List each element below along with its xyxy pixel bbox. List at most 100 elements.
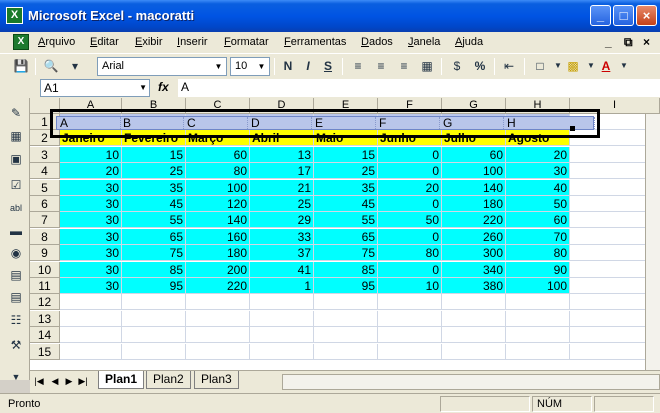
- combo-dropdown-icon[interactable]: ▤: [7, 288, 25, 306]
- table-cell[interactable]: [250, 344, 314, 360]
- currency-icon[interactable]: $: [448, 58, 466, 75]
- italic-button[interactable]: I: [299, 58, 317, 75]
- table-cell[interactable]: 25: [250, 196, 314, 212]
- table-cell[interactable]: [122, 344, 186, 360]
- table-cell[interactable]: 29: [250, 212, 314, 228]
- table-cell[interactable]: 41: [250, 262, 314, 278]
- table-cell[interactable]: [442, 294, 506, 310]
- table-cell[interactable]: [442, 311, 506, 327]
- row-header[interactable]: 3: [30, 147, 60, 163]
- align-center-icon[interactable]: ≡: [372, 58, 390, 75]
- menu-ajuda[interactable]: Ajuda: [455, 36, 483, 48]
- table-cell[interactable]: [378, 327, 442, 343]
- table-cell[interactable]: 85: [314, 262, 378, 278]
- table-cell[interactable]: 220: [442, 212, 506, 228]
- menu-exibir[interactable]: Exibir: [135, 36, 163, 48]
- table-cell[interactable]: 80: [378, 245, 442, 261]
- font-name-select[interactable]: Arial ▼: [97, 57, 227, 76]
- vertical-scrollbar[interactable]: [645, 114, 660, 370]
- sheet-tab-plan3[interactable]: Plan3: [194, 371, 239, 389]
- table-cell[interactable]: 55: [314, 212, 378, 228]
- row-header[interactable]: 9: [30, 245, 60, 261]
- minimize-button[interactable]: _: [590, 5, 611, 26]
- table-cell[interactable]: [378, 344, 442, 360]
- table-cell[interactable]: [506, 327, 570, 343]
- sheet-tab-plan1[interactable]: Plan1: [98, 371, 145, 389]
- print-preview-icon[interactable]: 🔍: [42, 58, 60, 75]
- menu-formatar[interactable]: Formatar: [224, 36, 269, 48]
- table-cell[interactable]: 85: [122, 262, 186, 278]
- chevron-down-icon[interactable]: ▼: [615, 58, 633, 75]
- row-header[interactable]: 7: [30, 212, 60, 228]
- underline-button[interactable]: S: [319, 58, 337, 75]
- table-cell[interactable]: 33: [250, 229, 314, 245]
- table-cell[interactable]: [506, 311, 570, 327]
- row-header[interactable]: 10: [30, 262, 60, 278]
- table-cell[interactable]: [60, 327, 122, 343]
- align-right-icon[interactable]: ≡: [395, 58, 413, 75]
- table-cell[interactable]: 30: [60, 229, 122, 245]
- table-cell[interactable]: 0: [378, 229, 442, 245]
- table-cell[interactable]: 20: [506, 147, 570, 163]
- table-cell[interactable]: 20: [60, 163, 122, 179]
- table-cell[interactable]: 60: [186, 147, 250, 163]
- insert-function-button[interactable]: fx: [158, 80, 169, 94]
- first-sheet-icon[interactable]: |◀: [33, 376, 45, 387]
- table-cell[interactable]: [506, 344, 570, 360]
- table-cell[interactable]: 21: [250, 180, 314, 196]
- table-cell[interactable]: 200: [186, 262, 250, 278]
- table-cell[interactable]: 17: [250, 163, 314, 179]
- table-cell[interactable]: [122, 294, 186, 310]
- checkbox-tool-icon[interactable]: ☑: [7, 176, 25, 194]
- table-cell[interactable]: 340: [442, 262, 506, 278]
- menu-janela[interactable]: Janela: [408, 36, 440, 48]
- table-cell[interactable]: 45: [122, 196, 186, 212]
- font-size-select[interactable]: 10 ▼: [230, 57, 270, 76]
- table-cell[interactable]: 40: [506, 180, 570, 196]
- table-cell[interactable]: [314, 344, 378, 360]
- table-cell[interactable]: [186, 294, 250, 310]
- table-cell[interactable]: 380: [442, 278, 506, 294]
- fill-color-icon[interactable]: ▩: [564, 58, 582, 75]
- table-cell[interactable]: 30: [60, 212, 122, 228]
- table-cell[interactable]: 70: [506, 229, 570, 245]
- table-cell[interactable]: [442, 327, 506, 343]
- table-cell[interactable]: 100: [506, 278, 570, 294]
- save-icon[interactable]: 💾: [12, 58, 30, 75]
- group-box-icon[interactable]: ▦: [7, 127, 25, 145]
- workbook-icon[interactable]: X: [13, 34, 29, 50]
- table-cell[interactable]: [60, 344, 122, 360]
- table-cell[interactable]: 15: [314, 147, 378, 163]
- horizontal-scrollbar[interactable]: [282, 374, 660, 390]
- doc-close-button[interactable]: ×: [643, 35, 650, 49]
- table-cell[interactable]: 80: [186, 163, 250, 179]
- table-cell[interactable]: 160: [186, 229, 250, 245]
- decrease-indent-icon[interactable]: ⇤: [500, 58, 518, 75]
- row-header[interactable]: 6: [30, 196, 60, 212]
- table-cell[interactable]: [314, 311, 378, 327]
- table-cell[interactable]: 120: [186, 196, 250, 212]
- table-cell[interactable]: [60, 311, 122, 327]
- name-box[interactable]: A1 ▼: [40, 79, 150, 97]
- table-cell[interactable]: [250, 311, 314, 327]
- bold-button[interactable]: N: [279, 58, 297, 75]
- next-sheet-icon[interactable]: ▶: [63, 376, 75, 387]
- table-cell[interactable]: 30: [60, 180, 122, 196]
- chevron-down-icon[interactable]: ▼: [7, 368, 25, 386]
- table-cell[interactable]: 95: [122, 278, 186, 294]
- percent-button[interactable]: %: [471, 58, 489, 75]
- table-cell[interactable]: 10: [378, 278, 442, 294]
- combo-list-icon[interactable]: ▤: [7, 266, 25, 284]
- merge-center-icon[interactable]: ▦: [418, 58, 436, 75]
- option-button-icon[interactable]: ◉: [7, 244, 25, 262]
- table-cell[interactable]: 95: [314, 278, 378, 294]
- row-header[interactable]: 5: [30, 180, 60, 196]
- table-cell[interactable]: 140: [186, 212, 250, 228]
- table-cell[interactable]: 140: [442, 180, 506, 196]
- table-cell[interactable]: 75: [122, 245, 186, 261]
- fill-handle[interactable]: [570, 126, 575, 131]
- table-cell[interactable]: 0: [378, 262, 442, 278]
- table-cell[interactable]: [378, 311, 442, 327]
- table-cell[interactable]: 65: [122, 229, 186, 245]
- table-cell[interactable]: 15: [122, 147, 186, 163]
